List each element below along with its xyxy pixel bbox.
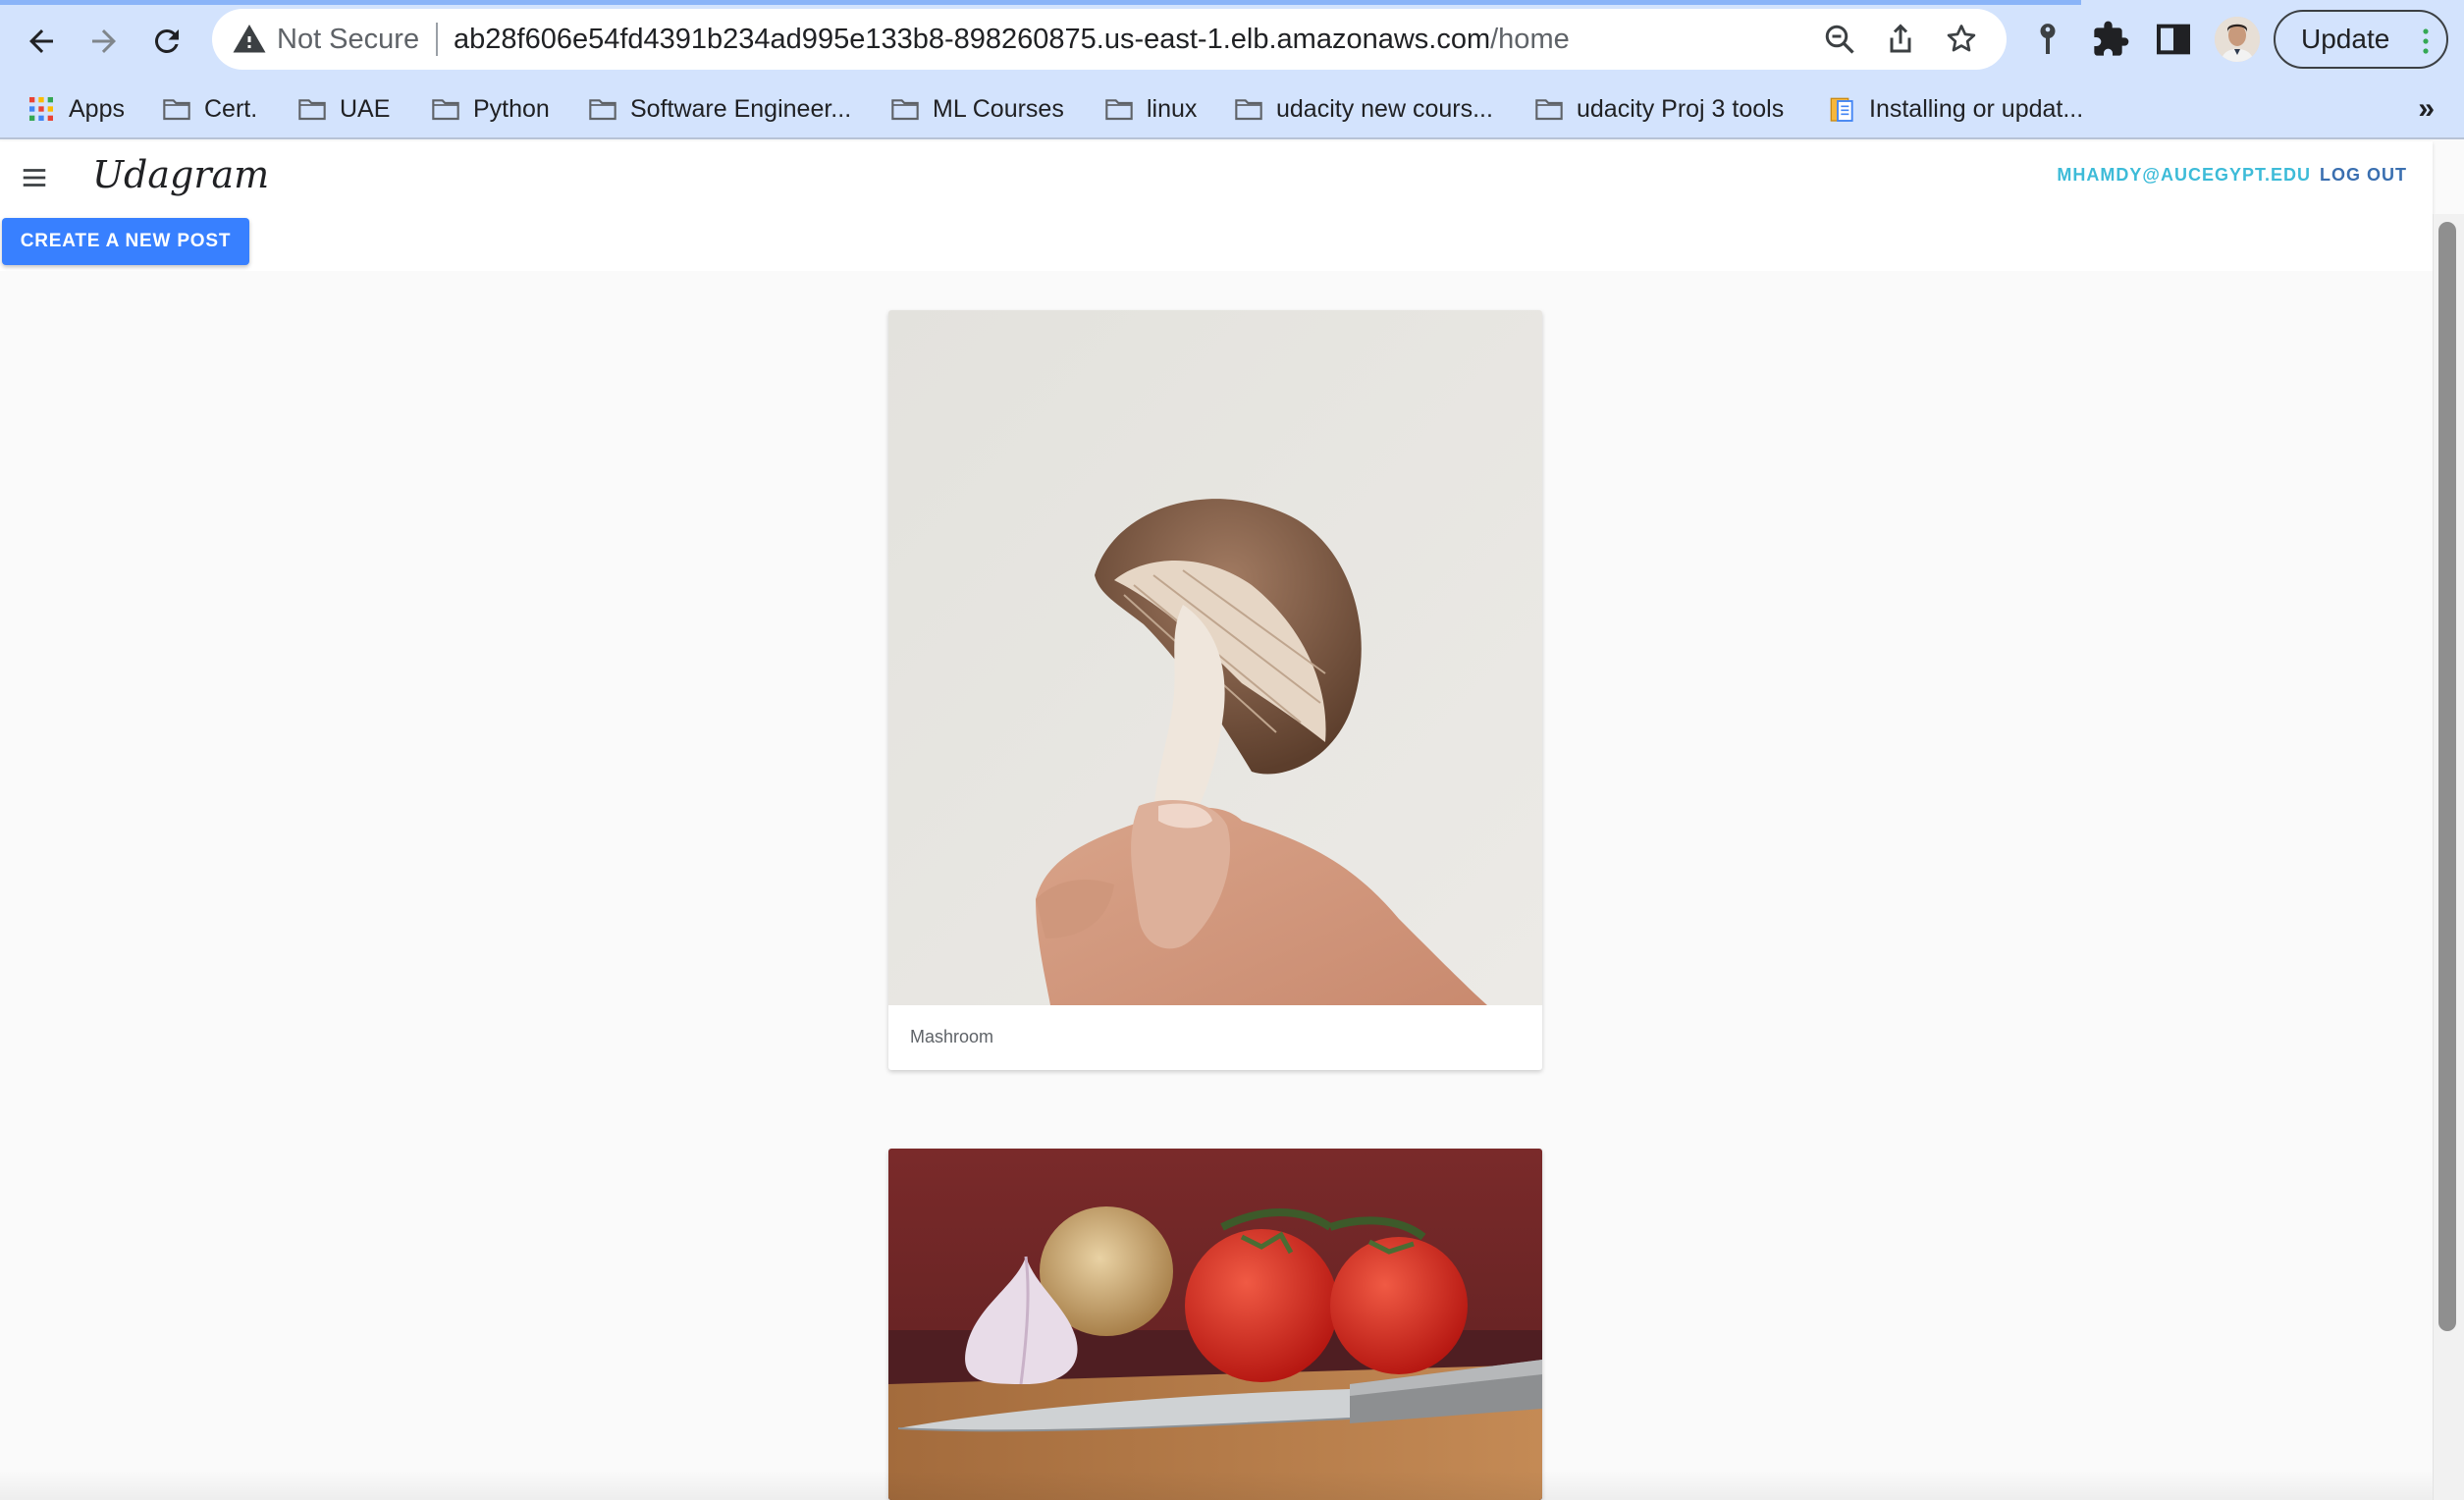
side-panel-icon[interactable] [2154,20,2193,59]
zoom-icon[interactable] [1822,22,1857,57]
bookmark-label: Installing or updat... [1869,94,2084,123]
bookmark-folder-cert[interactable]: Cert. [161,79,257,139]
bookmark-label: linux [1147,94,1198,123]
share-icon[interactable] [1883,22,1918,57]
feed-card[interactable]: Mashroom [888,310,1542,1070]
bookmark-apps[interactable]: Apps [26,79,125,139]
reload-button[interactable] [139,14,194,69]
app-title: Udagram [92,153,270,196]
tomatoes-photo [888,1149,1542,1500]
update-label: Update [2301,24,2390,54]
bookmark-label: udacity Proj 3 tools [1577,94,1785,123]
extensions-icon[interactable] [2091,20,2130,59]
url-path: /home [1490,24,1570,55]
bookmark-label: Software Engineer... [630,94,852,123]
bottom-shadow [0,1471,2433,1500]
user-email-link[interactable]: MHAMDY@AUCEGYPT.EDU [2057,165,2311,186]
bookmarks-bar: Apps Cert. UAE Python Software Engineer.… [0,79,2464,139]
star-icon[interactable] [1944,22,1979,57]
folder-icon [1105,99,1133,121]
mushroom-photo [888,310,1542,1005]
page-icon [1830,97,1853,122]
apps-grid-icon [29,97,53,121]
url-text[interactable]: ab28f606e54fd4391b234ad995e133b8-8982608… [454,22,1570,57]
bookmark-folder-uae[interactable]: UAE [296,79,390,139]
bookmark-label: Apps [69,94,125,123]
folder-icon [1235,99,1262,121]
key-icon[interactable] [2028,20,2067,59]
bookmark-folder-ml-courses[interactable]: ML Courses [889,79,1064,139]
back-button[interactable] [14,14,69,69]
bookmark-folder-python[interactable]: Python [430,79,550,139]
bookmark-folder-udacity-proj3[interactable]: udacity Proj 3 tools [1533,79,1784,139]
forward-icon [92,29,116,53]
bookmark-folder-udacity-new-courses[interactable]: udacity new cours... [1233,79,1493,139]
folder-icon [163,99,190,121]
menu-icon[interactable] [20,163,49,192]
folder-icon [589,99,616,121]
profile-photo-icon [2215,17,2260,62]
update-button[interactable]: Update [2274,10,2448,69]
more-menu-icon [2423,28,2429,54]
bookmark-label: udacity new cours... [1276,94,1493,123]
folder-icon [298,99,326,121]
bookmark-label: Python [473,94,550,123]
address-separator [436,23,438,56]
tab-strip-accent [0,0,2081,5]
reload-icon [154,28,179,53]
post-caption: Mashroom [910,1027,994,1046]
bookmark-installing-or-updating[interactable]: Installing or updat... [1826,79,2083,139]
feed-card[interactable] [888,1149,1542,1500]
bookmarks-overflow-button[interactable]: » [2418,79,2435,139]
bookmark-label: Cert. [204,94,258,123]
url-host: ab28f606e54fd4391b234ad995e133b8-8982608… [454,24,1491,55]
bookmark-folder-linux[interactable]: linux [1103,79,1197,139]
app-header: Udagram MHAMDY@AUCEGYPT.EDU LOG OUT [0,141,2433,214]
browser-toolbar: Not Secure ab28f606e54fd4391b234ad995e13… [0,0,2464,79]
logout-button[interactable]: LOG OUT [2320,165,2407,186]
bookmark-label: UAE [340,94,391,123]
avatar[interactable] [2215,17,2260,62]
security-label[interactable]: Not Secure [277,22,419,57]
forward-button[interactable] [77,14,132,69]
scrollbar-thumb[interactable] [2438,222,2456,1331]
folder-icon [432,99,459,121]
back-icon [29,29,53,53]
bookmark-label: ML Courses [933,94,1064,123]
bookmark-folder-software-engineer[interactable]: Software Engineer... [587,79,851,139]
address-bar[interactable]: Not Secure ab28f606e54fd4391b234ad995e13… [212,9,2007,70]
folder-icon [891,99,919,121]
warning-icon[interactable] [232,22,267,57]
folder-icon [1535,99,1563,121]
action-row [0,214,2433,271]
create-post-button[interactable]: CREATE A NEW POST [2,218,249,265]
